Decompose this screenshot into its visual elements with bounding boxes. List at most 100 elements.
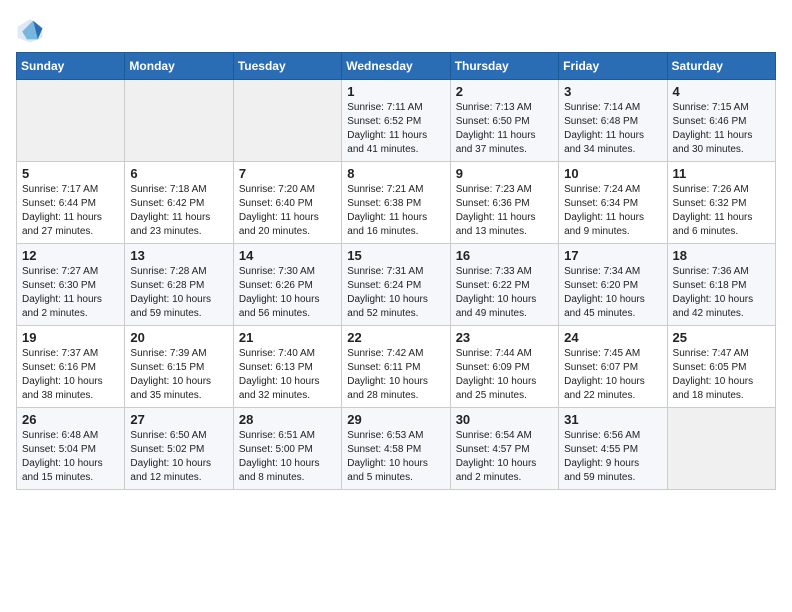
day-info: Sunrise: 7:31 AM Sunset: 6:24 PM Dayligh… xyxy=(347,265,444,321)
calendar-cell: 1 Sunrise: 7:11 AM Sunset: 6:52 PM Daylig… xyxy=(342,80,450,162)
calendar-cell: 31 Sunrise: 6:56 AM Sunset: 4:55 PM Dayli… xyxy=(559,408,667,490)
day-number: 18 xyxy=(673,248,770,263)
day-info: Sunrise: 7:30 AM Sunset: 6:26 PM Dayligh… xyxy=(239,265,336,321)
day-number: 22 xyxy=(347,330,444,345)
calendar-cell: 20Sunrise: 7:39 AM Sunset: 6:15 PM Dayli… xyxy=(125,326,233,408)
week-row-0: 1 Sunrise: 7:11 AM Sunset: 6:52 PM Daylig… xyxy=(17,80,776,162)
day-number: 28 xyxy=(239,412,336,427)
calendar-cell: 13 Sunrise: 7:28 AM Sunset: 6:28 PM Dayli… xyxy=(125,244,233,326)
day-number: 23 xyxy=(456,330,553,345)
day-number: 2 xyxy=(456,84,553,99)
calendar-cell: 4Sunrise: 7:15 AM Sunset: 6:46 PM Daylig… xyxy=(667,80,775,162)
day-number: 6 xyxy=(130,166,227,181)
calendar-cell: 7 Sunrise: 7:20 AM Sunset: 6:40 PM Daylig… xyxy=(233,162,341,244)
calendar-cell: 30Sunrise: 6:54 AM Sunset: 4:57 PM Dayli… xyxy=(450,408,558,490)
calendar-cell: 9Sunrise: 7:23 AM Sunset: 6:36 PM Daylig… xyxy=(450,162,558,244)
day-info: Sunrise: 7:47 AM Sunset: 6:05 PM Dayligh… xyxy=(673,347,770,403)
calendar-cell xyxy=(125,80,233,162)
logo-icon xyxy=(16,16,44,44)
calendar-cell: 19 Sunrise: 7:37 AM Sunset: 6:16 PM Dayli… xyxy=(17,326,125,408)
calendar-cell xyxy=(233,80,341,162)
calendar-header: SundayMondayTuesdayWednesdayThursdayFrid… xyxy=(17,53,776,80)
day-number: 27 xyxy=(130,412,227,427)
day-number: 21 xyxy=(239,330,336,345)
header-day-saturday: Saturday xyxy=(667,53,775,80)
header-day-tuesday: Tuesday xyxy=(233,53,341,80)
day-number: 4 xyxy=(673,84,770,99)
day-number: 31 xyxy=(564,412,661,427)
day-info: Sunrise: 7:13 AM Sunset: 6:50 PM Dayligh… xyxy=(456,101,553,157)
week-row-2: 12 Sunrise: 7:27 AM Sunset: 6:30 PM Dayli… xyxy=(17,244,776,326)
calendar-cell: 5 Sunrise: 7:17 AM Sunset: 6:44 PM Daylig… xyxy=(17,162,125,244)
day-info: Sunrise: 7:34 AM Sunset: 6:20 PM Dayligh… xyxy=(564,265,661,321)
header-day-wednesday: Wednesday xyxy=(342,53,450,80)
calendar-table: SundayMondayTuesdayWednesdayThursdayFrid… xyxy=(16,52,776,490)
calendar-cell: 3Sunrise: 7:14 AM Sunset: 6:48 PM Daylig… xyxy=(559,80,667,162)
day-number: 19 xyxy=(22,330,119,345)
day-number: 7 xyxy=(239,166,336,181)
logo xyxy=(16,16,48,44)
calendar-cell: 6 Sunrise: 7:18 AM Sunset: 6:42 PM Daylig… xyxy=(125,162,233,244)
day-number: 9 xyxy=(456,166,553,181)
calendar-cell: 23 Sunrise: 7:44 AM Sunset: 6:09 PM Dayli… xyxy=(450,326,558,408)
day-info: Sunrise: 6:56 AM Sunset: 4:55 PM Dayligh… xyxy=(564,429,661,485)
day-info: Sunrise: 7:24 AM Sunset: 6:34 PM Dayligh… xyxy=(564,183,661,239)
day-info: Sunrise: 6:53 AM Sunset: 4:58 PM Dayligh… xyxy=(347,429,444,485)
calendar-cell: 14Sunrise: 7:30 AM Sunset: 6:26 PM Dayli… xyxy=(233,244,341,326)
day-info: Sunrise: 7:37 AM Sunset: 6:16 PM Dayligh… xyxy=(22,347,119,403)
header-day-monday: Monday xyxy=(125,53,233,80)
day-number: 12 xyxy=(22,248,119,263)
day-number: 10 xyxy=(564,166,661,181)
calendar-cell: 27 Sunrise: 6:50 AM Sunset: 5:02 PM Dayli… xyxy=(125,408,233,490)
day-number: 11 xyxy=(673,166,770,181)
day-info: Sunrise: 7:36 AM Sunset: 6:18 PM Dayligh… xyxy=(673,265,770,321)
calendar-cell: 15 Sunrise: 7:31 AM Sunset: 6:24 PM Dayli… xyxy=(342,244,450,326)
calendar-cell: 28 Sunrise: 6:51 AM Sunset: 5:00 PM Dayli… xyxy=(233,408,341,490)
calendar-cell: 18 Sunrise: 7:36 AM Sunset: 6:18 PM Dayli… xyxy=(667,244,775,326)
day-info: Sunrise: 7:28 AM Sunset: 6:28 PM Dayligh… xyxy=(130,265,227,321)
day-info: Sunrise: 6:51 AM Sunset: 5:00 PM Dayligh… xyxy=(239,429,336,485)
day-info: Sunrise: 7:45 AM Sunset: 6:07 PM Dayligh… xyxy=(564,347,661,403)
calendar-cell: 2 Sunrise: 7:13 AM Sunset: 6:50 PM Daylig… xyxy=(450,80,558,162)
day-number: 15 xyxy=(347,248,444,263)
day-info: Sunrise: 7:42 AM Sunset: 6:11 PM Dayligh… xyxy=(347,347,444,403)
header-day-sunday: Sunday xyxy=(17,53,125,80)
week-row-1: 5 Sunrise: 7:17 AM Sunset: 6:44 PM Daylig… xyxy=(17,162,776,244)
day-info: Sunrise: 7:18 AM Sunset: 6:42 PM Dayligh… xyxy=(130,183,227,239)
day-info: Sunrise: 7:11 AM Sunset: 6:52 PM Dayligh… xyxy=(347,101,444,157)
calendar-cell: 24Sunrise: 7:45 AM Sunset: 6:07 PM Dayli… xyxy=(559,326,667,408)
calendar-cell: 21 Sunrise: 7:40 AM Sunset: 6:13 PM Dayli… xyxy=(233,326,341,408)
calendar-cell: 16Sunrise: 7:33 AM Sunset: 6:22 PM Dayli… xyxy=(450,244,558,326)
day-number: 1 xyxy=(347,84,444,99)
day-number: 8 xyxy=(347,166,444,181)
calendar-cell: 25 Sunrise: 7:47 AM Sunset: 6:05 PM Dayli… xyxy=(667,326,775,408)
day-info: Sunrise: 7:26 AM Sunset: 6:32 PM Dayligh… xyxy=(673,183,770,239)
week-row-4: 26 Sunrise: 6:48 AM Sunset: 5:04 PM Dayli… xyxy=(17,408,776,490)
day-number: 26 xyxy=(22,412,119,427)
day-info: Sunrise: 6:48 AM Sunset: 5:04 PM Dayligh… xyxy=(22,429,119,485)
calendar-cell: 26 Sunrise: 6:48 AM Sunset: 5:04 PM Dayli… xyxy=(17,408,125,490)
day-number: 25 xyxy=(673,330,770,345)
day-info: Sunrise: 7:40 AM Sunset: 6:13 PM Dayligh… xyxy=(239,347,336,403)
calendar-cell: 12 Sunrise: 7:27 AM Sunset: 6:30 PM Dayli… xyxy=(17,244,125,326)
day-number: 17 xyxy=(564,248,661,263)
calendar-cell: 22 Sunrise: 7:42 AM Sunset: 6:11 PM Dayli… xyxy=(342,326,450,408)
day-number: 20 xyxy=(130,330,227,345)
day-info: Sunrise: 7:17 AM Sunset: 6:44 PM Dayligh… xyxy=(22,183,119,239)
day-info: Sunrise: 7:27 AM Sunset: 6:30 PM Dayligh… xyxy=(22,265,119,321)
day-info: Sunrise: 7:20 AM Sunset: 6:40 PM Dayligh… xyxy=(239,183,336,239)
day-number: 29 xyxy=(347,412,444,427)
calendar-cell: 11 Sunrise: 7:26 AM Sunset: 6:32 PM Dayli… xyxy=(667,162,775,244)
calendar-body: 1 Sunrise: 7:11 AM Sunset: 6:52 PM Daylig… xyxy=(17,80,776,490)
calendar-cell: 8Sunrise: 7:21 AM Sunset: 6:38 PM Daylig… xyxy=(342,162,450,244)
calendar-cell: 17 Sunrise: 7:34 AM Sunset: 6:20 PM Dayli… xyxy=(559,244,667,326)
page-header xyxy=(16,16,776,44)
day-info: Sunrise: 6:50 AM Sunset: 5:02 PM Dayligh… xyxy=(130,429,227,485)
header-day-friday: Friday xyxy=(559,53,667,80)
day-number: 5 xyxy=(22,166,119,181)
header-day-thursday: Thursday xyxy=(450,53,558,80)
day-number: 13 xyxy=(130,248,227,263)
week-row-3: 19 Sunrise: 7:37 AM Sunset: 6:16 PM Dayli… xyxy=(17,326,776,408)
calendar-cell xyxy=(17,80,125,162)
day-info: Sunrise: 7:44 AM Sunset: 6:09 PM Dayligh… xyxy=(456,347,553,403)
